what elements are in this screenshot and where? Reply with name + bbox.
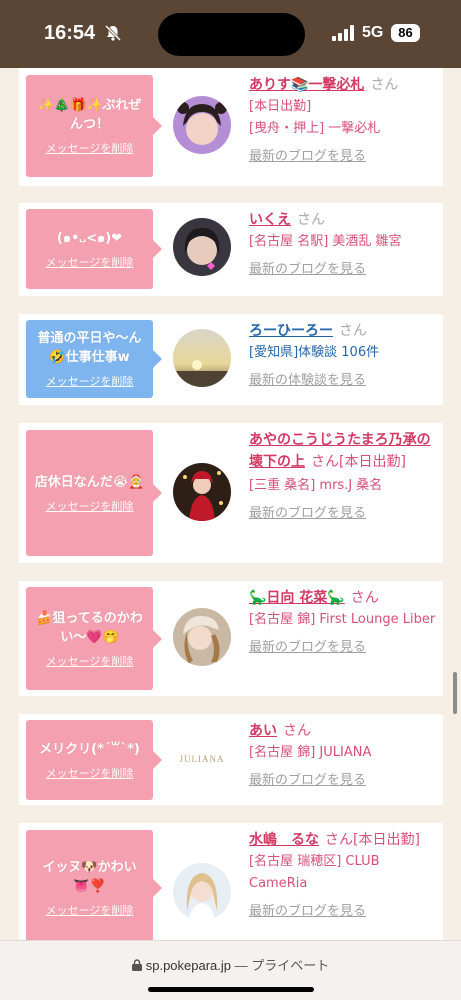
home-indicator[interactable] bbox=[148, 987, 314, 992]
list-item: メリクリ(*´꒳`*) メッセージを削除 JULIANA あい さん [名古屋 錦… bbox=[19, 714, 443, 805]
latest-blog-link[interactable]: 最新のブログを見る bbox=[249, 637, 439, 659]
list-item: 普通の平日や〜ん🤣仕事仕事w メッセージを削除 ろーひーろー さん [愛知県]体験… bbox=[19, 314, 443, 405]
user-info: 🦕日向 花菜🦕 さん [名古屋 錦] First Lounge Liber 最新の… bbox=[249, 587, 439, 659]
user-info: あい さん [名古屋 錦] JULIANA 最新のブログを見る bbox=[249, 720, 439, 792]
honorific: さん bbox=[283, 723, 311, 739]
user-name-link[interactable]: 🦕日向 花菜🦕 bbox=[249, 590, 345, 606]
latest-blog-link[interactable]: 最新のブログを見る bbox=[249, 146, 439, 168]
shop-tag: [曳舟・押上] 一撃必札 bbox=[249, 121, 381, 136]
battery-indicator: 86 bbox=[391, 24, 420, 42]
message-text: 店休日なんだ😭🤶 bbox=[34, 474, 145, 490]
delete-message-link[interactable]: メッセージを削除 bbox=[46, 254, 134, 270]
list-item: 🍰狙ってるのかわい〜💗🤭 メッセージを削除 🦕日向 花菜🦕 さん [名古屋 錦] … bbox=[19, 581, 443, 696]
shift-tag: [本日出勤] bbox=[249, 99, 312, 114]
message-text: (๑•᎑<๑)❤︎ bbox=[56, 230, 123, 246]
delete-message-link[interactable]: メッセージを削除 bbox=[46, 140, 134, 156]
honorific: さん bbox=[370, 77, 399, 93]
shop-tag: [名古屋 錦] JULIANA bbox=[249, 745, 372, 760]
delete-message-link[interactable]: メッセージを削除 bbox=[46, 498, 134, 514]
avatar[interactable] bbox=[173, 96, 231, 154]
message-text: ✨🎄🎁✨ぷれぜんつ！ bbox=[37, 98, 142, 132]
avatar[interactable] bbox=[173, 329, 231, 387]
list-item: (๑•᎑<๑)❤︎ メッセージを削除 いくえ さん [名古屋 名駅] 美酒乱 雛宮… bbox=[19, 203, 443, 296]
message-text: イッヌ🐶かわい👅❣️ bbox=[42, 859, 137, 894]
delete-message-link[interactable]: メッセージを削除 bbox=[46, 765, 134, 781]
status-bar: 16:54 5G 86 bbox=[0, 0, 461, 68]
user-name-link[interactable]: いくえ bbox=[249, 212, 291, 228]
url-text: sp.pokepara.jp bbox=[145, 958, 232, 973]
shop-tag: [名古屋 瑞穂区] CLUB CameRia bbox=[249, 854, 380, 891]
private-mode-label: — プライベート bbox=[234, 958, 330, 973]
honorific: さん bbox=[297, 212, 325, 228]
avatar[interactable] bbox=[173, 463, 231, 521]
message-text: 普通の平日や〜ん🤣仕事仕事w bbox=[37, 331, 142, 365]
latest-blog-link[interactable]: 最新のブログを見る bbox=[249, 901, 439, 923]
message-bubble: 🍰狙ってるのかわい〜💗🤭 メッセージを削除 bbox=[26, 587, 162, 690]
avatar[interactable] bbox=[173, 863, 231, 921]
user-name-link[interactable]: ありす📚一撃必札 bbox=[249, 77, 364, 93]
shop-tag: [名古屋 名駅] 美酒乱 雛宮 bbox=[249, 234, 402, 249]
user-info: いくえ さん [名古屋 名駅] 美酒乱 雛宮 最新のブログを見る bbox=[249, 209, 439, 281]
user-info: あやのこうじうたまろ乃承の壊下の上 さん[本日出勤] [三重 桑名] mrs.J … bbox=[249, 429, 439, 525]
silent-bell-icon bbox=[104, 24, 122, 42]
avatar[interactable] bbox=[173, 608, 231, 666]
honorific: さん[本日出勤] bbox=[311, 454, 406, 470]
shop-tag: [名古屋 錦] First Lounge Liber bbox=[249, 612, 436, 627]
clock: 16:54 bbox=[44, 22, 96, 44]
message-bubble: メリクリ(*´꒳`*) メッセージを削除 bbox=[26, 720, 162, 800]
honorific: さん bbox=[350, 590, 379, 606]
area-tag: [愛知県]体験談 106件 bbox=[249, 345, 380, 360]
delete-message-link[interactable]: メッセージを削除 bbox=[46, 373, 134, 389]
delete-message-link[interactable]: メッセージを削除 bbox=[46, 653, 134, 669]
browser-address-bar[interactable]: sp.pokepara.jp — プライベート bbox=[0, 940, 461, 1000]
shop-logo-text: JULIANA bbox=[179, 754, 225, 764]
cellular-signal-icon bbox=[332, 25, 354, 41]
user-info: ろーひーろー さん [愛知県]体験談 106件 最新の体験談を見る bbox=[249, 320, 439, 392]
scrollbar-thumb[interactable] bbox=[453, 672, 457, 714]
shop-logo[interactable]: JULIANA bbox=[173, 730, 231, 788]
list-item: 店休日なんだ😭🤶 メッセージを削除 あやのこうじうたまろ乃承の壊下の上 さん[本日… bbox=[19, 423, 443, 563]
user-name-link[interactable]: あい bbox=[249, 723, 277, 739]
avatar[interactable] bbox=[173, 218, 231, 276]
honorific: さん bbox=[339, 323, 367, 339]
url-display[interactable]: sp.pokepara.jp — プライベート bbox=[0, 955, 461, 974]
user-name-link[interactable]: 水嶋 るな bbox=[249, 832, 319, 848]
user-info: ありす📚一撃必札 さん [本日出勤] [曳舟・押上] 一撃必札 最新のブログを見る bbox=[249, 74, 439, 168]
delete-message-link[interactable]: メッセージを削除 bbox=[46, 902, 134, 918]
latest-blog-link[interactable]: 最新のブログを見る bbox=[249, 259, 439, 281]
lock-icon bbox=[131, 959, 142, 971]
message-bubble: ✨🎄🎁✨ぷれぜんつ！ メッセージを削除 bbox=[26, 75, 162, 177]
latest-blog-link[interactable]: 最新のブログを見る bbox=[249, 503, 439, 525]
latest-review-link[interactable]: 最新の体験談を見る bbox=[249, 370, 439, 392]
message-bubble: (๑•᎑<๑)❤︎ メッセージを削除 bbox=[26, 209, 162, 289]
network-type: 5G bbox=[362, 24, 384, 41]
message-text: メリクリ(*´꒳`*) bbox=[39, 741, 140, 757]
list-item: イッヌ🐶かわい👅❣️ メッセージを削除 水嶋 るな さん[本日出勤] [名古屋 瑞… bbox=[19, 823, 443, 953]
latest-blog-link[interactable]: 最新のブログを見る bbox=[249, 770, 439, 792]
dynamic-island bbox=[158, 13, 305, 56]
message-bubble: イッヌ🐶かわい👅❣️ メッセージを削除 bbox=[26, 830, 162, 945]
user-name-link[interactable]: ろーひーろー bbox=[249, 323, 333, 339]
user-info: 水嶋 るな さん[本日出勤] [名古屋 瑞穂区] CLUB CameRia 最新の… bbox=[249, 829, 439, 923]
message-bubble: 普通の平日や〜ん🤣仕事仕事w メッセージを削除 bbox=[26, 320, 162, 398]
honorific: さん[本日出勤] bbox=[325, 832, 420, 848]
list-item: ✨🎄🎁✨ぷれぜんつ！ メッセージを削除 ありす📚一撃必札 さん [本日出勤] [曳… bbox=[19, 68, 443, 186]
message-text: 🍰狙ってるのかわい〜💗🤭 bbox=[36, 610, 143, 645]
message-bubble: 店休日なんだ😭🤶 メッセージを削除 bbox=[26, 430, 162, 556]
shop-tag: [三重 桑名] mrs.J 桑名 bbox=[249, 478, 383, 493]
